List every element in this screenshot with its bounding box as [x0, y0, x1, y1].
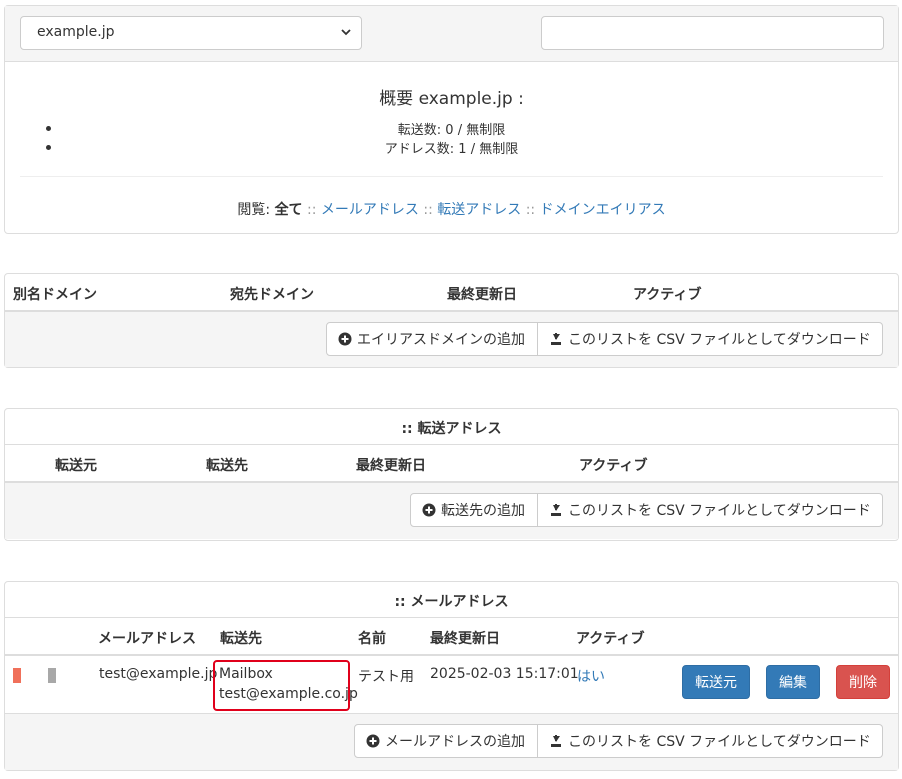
download-icon — [551, 333, 561, 345]
divider — [20, 176, 883, 177]
column-header-target-domain: 宛先ドメイン — [230, 287, 314, 303]
list-item: 転送数: 0 / 無制限 — [5, 119, 898, 138]
add-forwarding-button[interactable]: 転送先の追加 — [410, 493, 538, 527]
column-header-active: アクティブ — [579, 458, 648, 474]
download-csv-label: このリストを CSV ファイルとしてダウンロード — [568, 503, 871, 519]
edit-button[interactable]: 編集 — [766, 665, 820, 699]
table-footer: 転送先の追加 このリストを CSV ファイルとしてダウンロード — [5, 483, 898, 539]
add-alias-domain-button[interactable]: エイリアスドメインの追加 — [326, 322, 538, 356]
active-status-link[interactable]: はい — [577, 666, 605, 686]
forwarding-caption: :: 転送アドレス — [5, 409, 898, 445]
mailbox-address: test@example.jp — [99, 666, 218, 682]
download-icon — [551, 735, 561, 747]
domain-select[interactable]: example.jp — [20, 16, 362, 50]
add-forwarding-label: 転送先の追加 — [441, 503, 525, 519]
add-mailbox-button[interactable]: メールアドレスの追加 — [354, 724, 538, 758]
alias-domains-panel: 別名ドメイン 宛先ドメイン 最終更新日 アクティブ エイリアスドメインの追加 こ… — [4, 273, 899, 368]
browse-link-alias-domains[interactable]: ドメインエイリアス — [540, 202, 666, 218]
separator: :: — [423, 202, 433, 218]
browse-all: 全て — [274, 202, 303, 218]
add-alias-domain-label: エイリアスドメインの追加 — [357, 332, 525, 348]
search-input[interactable] — [541, 16, 884, 50]
table-footer: エイリアスドメインの追加 このリストを CSV ファイルとしてダウンロード — [5, 312, 898, 367]
domain-toolbar: example.jp — [5, 6, 898, 62]
column-header-active: アクティブ — [633, 287, 702, 303]
column-header-address: メールアドレス — [98, 631, 196, 647]
chevron-down-icon — [341, 29, 351, 36]
bullet — [46, 145, 51, 150]
forward-count: 転送数: 0 / 無制限 — [397, 123, 506, 138]
plus-circle-icon — [422, 503, 436, 517]
forward-target-line-1: Mailbox — [219, 666, 273, 682]
download-csv-label: このリストを CSV ファイルとしてダウンロード — [568, 734, 871, 750]
mailboxes-panel: :: メールアドレス メールアドレス 転送先 名前 最終更新日 アクティブ te… — [4, 581, 899, 771]
separator: :: — [307, 202, 317, 218]
table-header: 別名ドメイン 宛先ドメイン 最終更新日 アクティブ — [5, 274, 898, 312]
column-header-name: 名前 — [358, 631, 386, 647]
column-header-last-modified: 最終更新日 — [430, 631, 500, 647]
table-footer: メールアドレスの追加 このリストを CSV ファイルとしてダウンロード — [5, 714, 898, 770]
table-row: test@example.jp Mailbox test@example.co.… — [5, 656, 898, 714]
mailbox-name: テスト用 — [358, 669, 414, 685]
column-header-last-modified: 最終更新日 — [447, 287, 517, 303]
domain-select-value: example.jp — [37, 24, 115, 40]
column-header-last-modified: 最終更新日 — [356, 458, 426, 474]
delete-button[interactable]: 削除 — [836, 665, 890, 699]
mailbox-modified: 2025-02-03 15:17:01 — [430, 666, 579, 682]
column-header-from: 転送元 — [55, 458, 97, 474]
plus-circle-icon — [366, 734, 380, 748]
address-count: アドレス数: 1 / 無制限 — [384, 142, 519, 157]
table-header: 転送元 転送先 最終更新日 アクティブ — [5, 445, 898, 483]
separator: :: — [525, 202, 536, 218]
browse-link-forwarding[interactable]: 転送アドレス — [437, 202, 521, 218]
download-csv-label: このリストを CSV ファイルとしてダウンロード — [568, 332, 871, 348]
forward-target-line-2: test@example.co.jp — [219, 686, 358, 702]
table-header: メールアドレス 転送先 名前 最終更新日 アクティブ — [5, 618, 898, 656]
download-csv-button[interactable]: このリストを CSV ファイルとしてダウンロード — [538, 724, 883, 758]
column-header-forward-to: 転送先 — [220, 631, 262, 647]
status-marker-red — [13, 668, 21, 683]
forwarding-panel: :: 転送アドレス 転送元 転送先 最終更新日 アクティブ 転送先の追加 このリ… — [4, 408, 899, 541]
browse-label: 閲覧: — [237, 202, 271, 218]
download-csv-button[interactable]: このリストを CSV ファイルとしてダウンロード — [538, 322, 883, 356]
forward-from-button[interactable]: 転送元 — [682, 665, 750, 699]
browse-filter: 閲覧: 全て :: メールアドレス :: 転送アドレス :: ドメインエイリアス — [5, 199, 898, 219]
domain-overview-panel: example.jp 概要 example.jp : 転送数: 0 / 無制限 … — [4, 5, 899, 234]
list-item: アドレス数: 1 / 無制限 — [5, 138, 898, 157]
download-icon — [551, 504, 561, 516]
column-header-active: アクティブ — [576, 631, 645, 647]
bullet — [46, 126, 51, 131]
add-mailbox-label: メールアドレスの追加 — [385, 734, 525, 750]
summary-title: 概要 example.jp : — [379, 89, 524, 109]
plus-circle-icon — [338, 332, 352, 346]
browse-link-mailboxes[interactable]: メールアドレス — [321, 202, 419, 218]
column-header-alias-domain: 別名ドメイン — [13, 287, 97, 303]
mailboxes-caption: :: メールアドレス — [5, 582, 898, 618]
summary-list: 転送数: 0 / 無制限 アドレス数: 1 / 無制限 — [5, 119, 898, 157]
column-header-to: 転送先 — [206, 458, 248, 474]
status-marker-gray — [48, 668, 56, 683]
download-csv-button[interactable]: このリストを CSV ファイルとしてダウンロード — [538, 493, 883, 527]
